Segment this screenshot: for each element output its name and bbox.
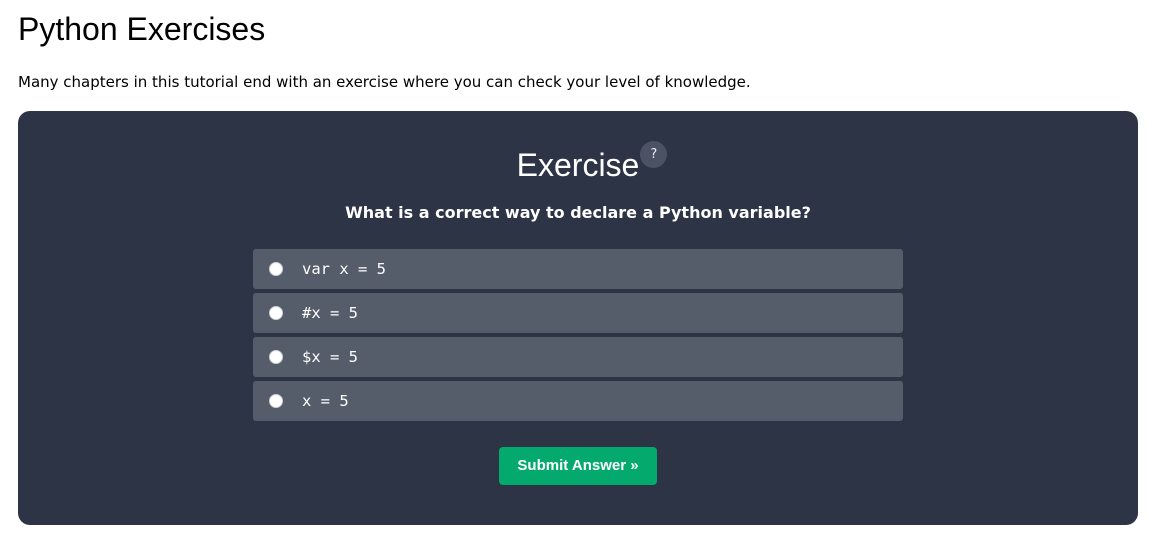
exercise-heading: Exercise ? [18,141,1138,185]
radio-button[interactable] [269,306,283,320]
submit-answer-button[interactable]: Submit Answer » [499,447,657,485]
intro-text: Many chapters in this tutorial end with … [18,73,751,91]
answer-options: var x = 5 #x = 5 $x = 5 x = 5 [253,249,903,425]
answer-option[interactable]: $x = 5 [253,337,903,377]
exercise-title-wrap: Exercise ? [516,141,668,185]
exercise-panel: Exercise ? What is a correct way to decl… [18,111,1138,525]
answer-option[interactable]: #x = 5 [253,293,903,333]
answer-option[interactable]: x = 5 [253,381,903,421]
radio-button[interactable] [269,394,283,408]
question-mark-icon[interactable]: ? [640,141,668,168]
radio-button[interactable] [269,350,283,364]
answer-option[interactable]: var x = 5 [253,249,903,289]
radio-button[interactable] [269,262,283,276]
exercise-question: What is a correct way to declare a Pytho… [345,203,811,222]
answer-option-label: var x = 5 [302,260,386,278]
page-title: Python Exercises [18,11,266,47]
answer-option-label: x = 5 [302,392,349,410]
answer-option-label: #x = 5 [302,304,358,322]
answer-option-label: $x = 5 [302,348,358,366]
exercise-title: Exercise [516,147,640,183]
